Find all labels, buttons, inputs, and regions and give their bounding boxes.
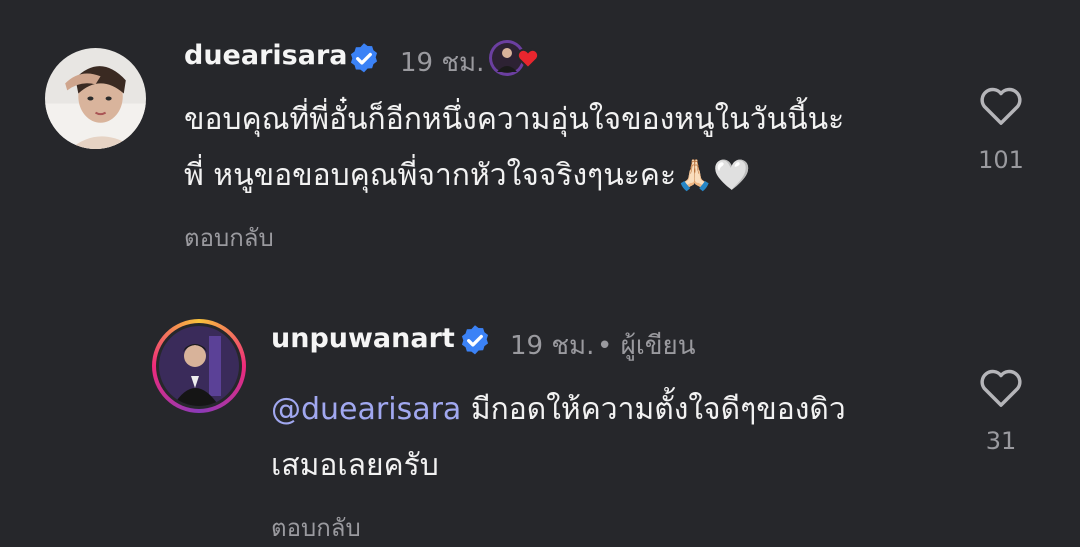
like-count: 31 [985, 427, 1017, 455]
mention-link[interactable]: @duearisara [271, 392, 461, 427]
avatar-unpuwanart[interactable] [152, 319, 246, 413]
verified-badge-icon [350, 43, 378, 73]
comment-username[interactable]: duearisara [184, 40, 347, 71]
reply-button[interactable]: ตอบกลับ [271, 508, 361, 547]
heart-outline-icon[interactable] [978, 84, 1024, 126]
avatar-duearisara[interactable] [45, 48, 146, 149]
comment-time: 19 ชม. [510, 331, 595, 361]
heart-outline-icon[interactable] [978, 366, 1024, 408]
verified-badge-icon [461, 325, 489, 355]
comment-username[interactable]: unpuwanart [271, 323, 455, 354]
comment-text: ขอบคุณที่พี่อั๋นก็อีกหนึ่งความอุ่นใจของห… [184, 102, 845, 193]
creator-liked-heart-icon [488, 38, 548, 80]
comment-time: 19 ชม. [400, 48, 485, 78]
reply-button[interactable]: ตอบกลับ [184, 218, 274, 257]
comment-text: @duearisara มีกอดให้ความตั้งใจดีๆของดิว … [271, 382, 846, 494]
author-label: • ผู้เขียน [597, 331, 696, 361]
like-count: 101 [978, 146, 1024, 174]
